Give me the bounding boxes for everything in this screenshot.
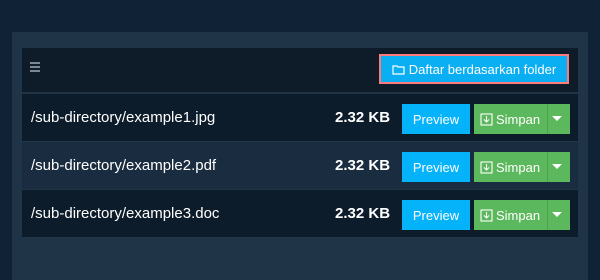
save-button[interactable]: Simpan [474,104,540,134]
file-size: 2.32 KB [335,205,391,222]
save-button-group: Simpan [474,200,570,230]
list-by-folder-label: Daftar berdasarkan folder [408,61,557,77]
file-size: 2.32 KB [335,109,391,126]
button-divider [547,152,548,182]
button-divider [547,200,548,230]
preview-button[interactable]: Preview [402,104,470,134]
toolbar: Daftar berdasarkan folder [22,48,578,92]
chevron-down-icon[interactable] [552,212,562,217]
file-size: 2.32 KB [335,157,391,174]
file-row: /sub-directory/example2.pdf 2.32 KB Prev… [22,142,578,189]
download-icon [480,208,493,222]
save-label: Simpan [496,111,541,127]
save-button[interactable]: Simpan [474,200,540,230]
file-path: /sub-directory/example2.pdf [31,157,217,174]
save-label: Simpan [496,207,541,223]
save-label: Simpan [496,159,541,175]
save-button-group: Simpan [474,104,570,134]
save-button[interactable]: Simpan [474,152,540,182]
list-by-folder-button[interactable]: Daftar berdasarkan folder [379,54,569,84]
chevron-down-icon[interactable] [552,116,562,121]
chevron-down-icon[interactable] [552,164,562,169]
menu-icon[interactable] [30,62,40,72]
preview-button[interactable]: Preview [402,200,470,230]
file-path: /sub-directory/example3.doc [31,205,220,222]
preview-button[interactable]: Preview [402,152,470,182]
button-divider [547,104,548,134]
save-button-group: Simpan [474,152,570,182]
download-icon [480,160,493,174]
download-icon [480,112,493,126]
folder-icon [392,64,405,75]
file-row: /sub-directory/example1.jpg 2.32 KB Prev… [22,94,578,141]
file-path: /sub-directory/example1.jpg [31,109,216,126]
file-row: /sub-directory/example3.doc 2.32 KB Prev… [22,190,578,237]
